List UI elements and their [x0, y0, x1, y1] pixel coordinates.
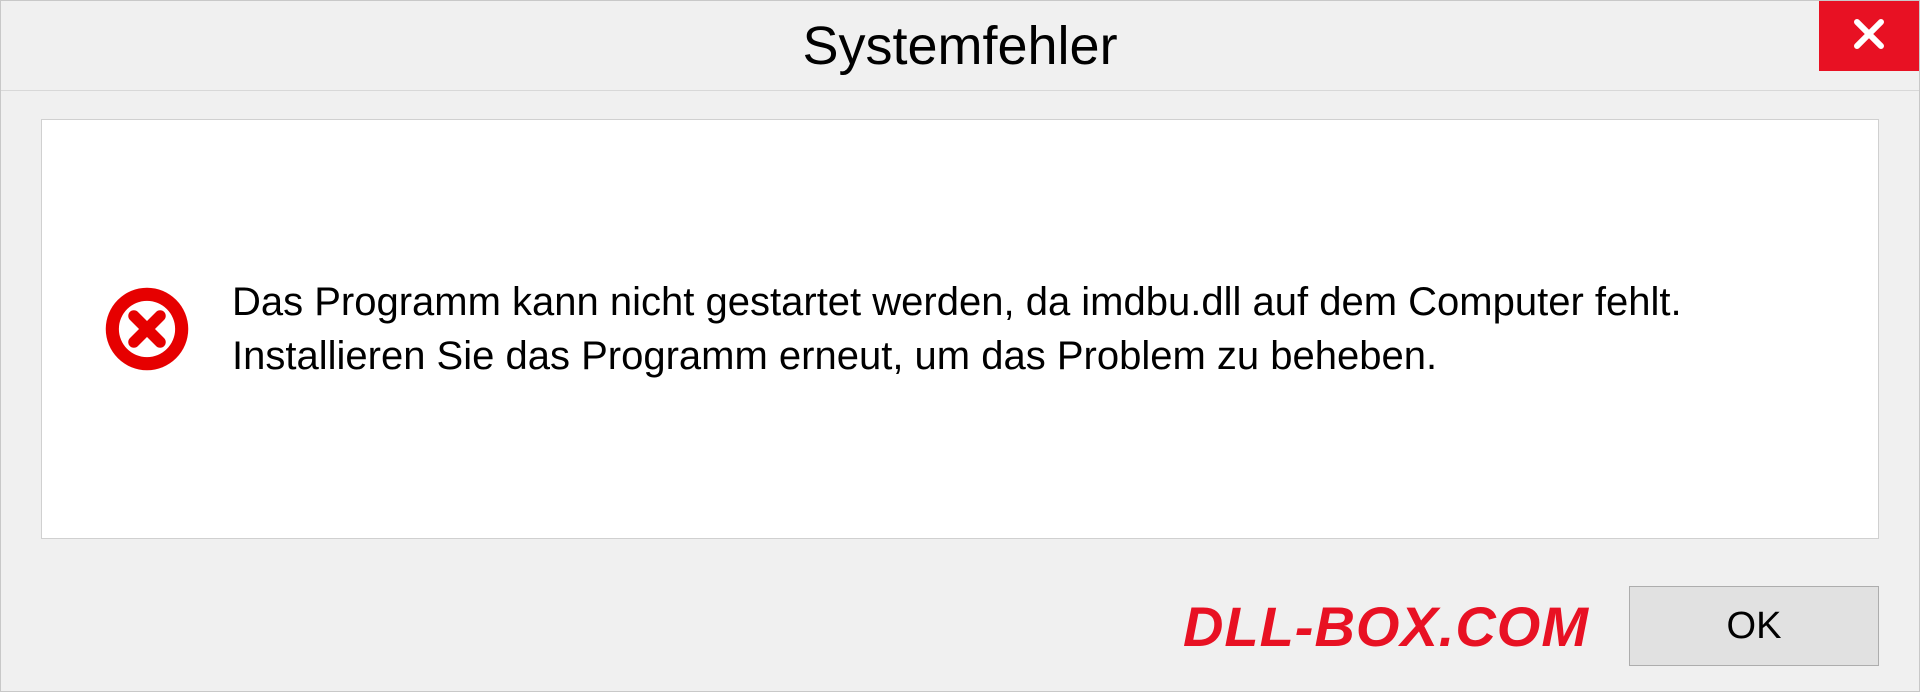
content-area: Das Programm kann nicht gestartet werden…: [1, 91, 1919, 561]
error-icon: [102, 284, 192, 374]
title-bar: Systemfehler: [1, 1, 1919, 91]
error-message: Das Programm kann nicht gestartet werden…: [232, 275, 1818, 383]
message-panel: Das Programm kann nicht gestartet werden…: [41, 119, 1879, 539]
close-icon: [1851, 16, 1887, 57]
dialog-title: Systemfehler: [802, 15, 1117, 77]
dialog-footer: DLL-BOX.COM OK: [1, 561, 1919, 691]
ok-button[interactable]: OK: [1629, 586, 1879, 666]
watermark-text: DLL-BOX.COM: [1183, 594, 1589, 659]
ok-button-label: OK: [1727, 605, 1782, 648]
close-button[interactable]: [1819, 1, 1919, 71]
error-dialog: Systemfehler Das Programm kann nicht ges…: [0, 0, 1920, 692]
